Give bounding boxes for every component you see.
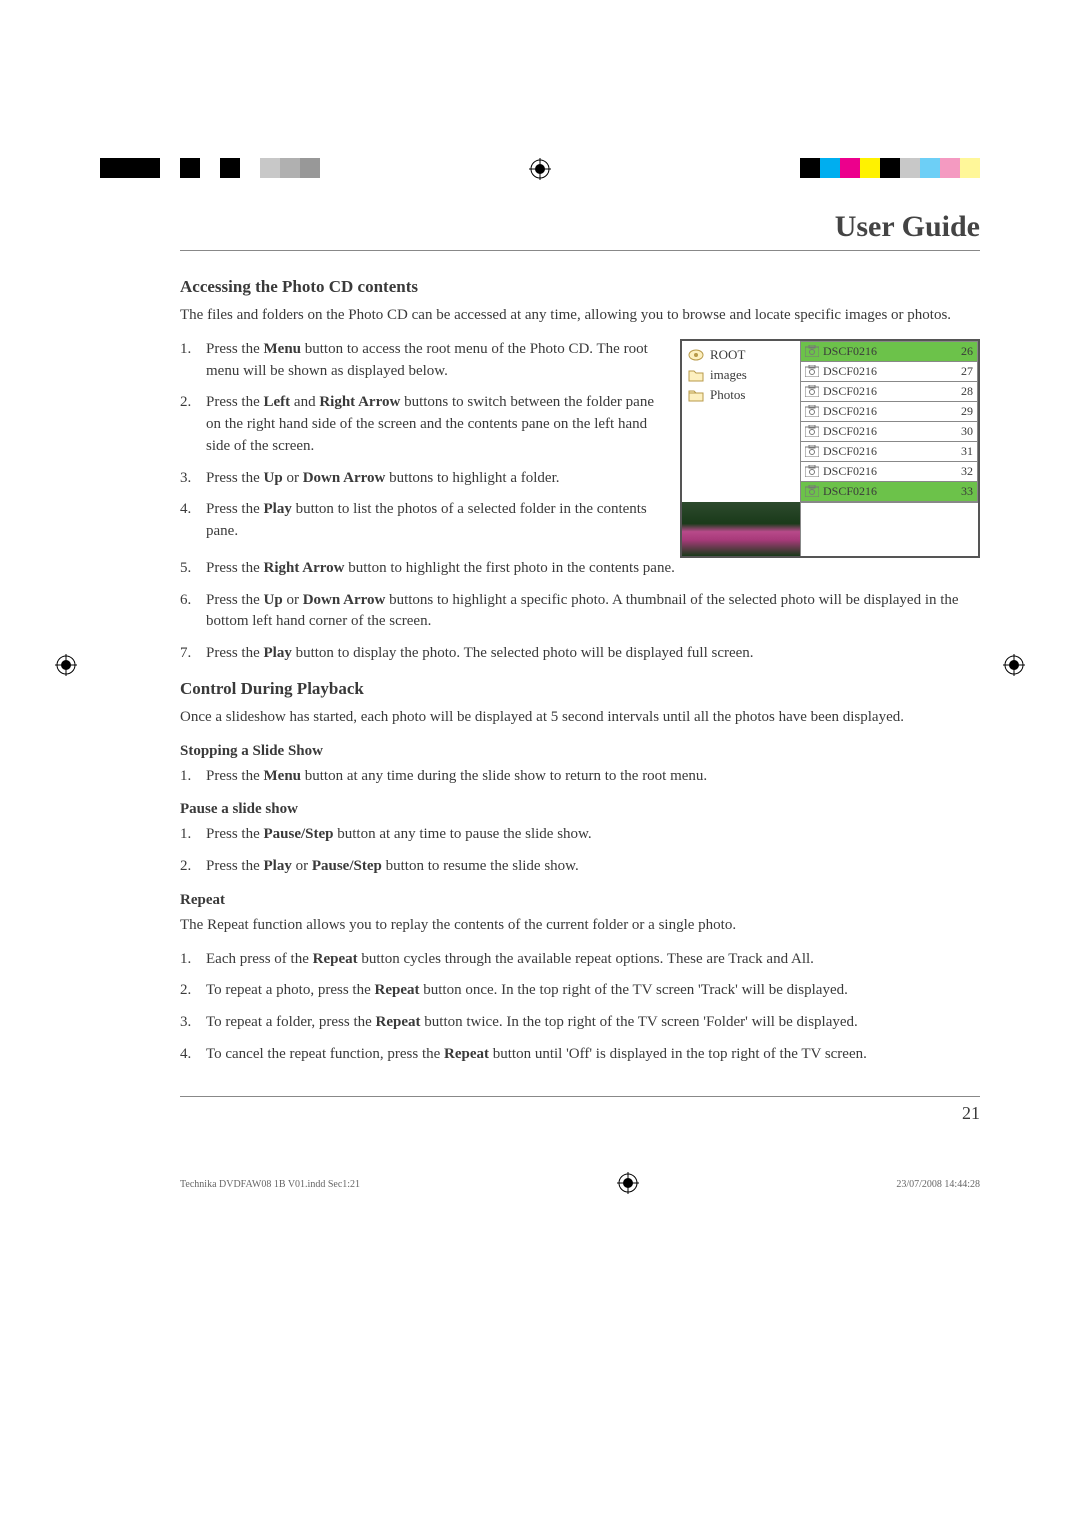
step-item: Press the Up or Down Arrow buttons to hi… [180, 590, 980, 634]
file-number: 30 [951, 424, 973, 439]
folder-label: ROOT [710, 347, 745, 363]
file-number: 29 [951, 404, 973, 419]
registration-mark-left [55, 654, 77, 681]
file-number: 28 [951, 384, 973, 399]
photo-cd-menu-illustration: ROOTimagesPhotos DSCF021626DSCF021627DSC… [680, 339, 980, 558]
steps-list-1-cont: Press the Right Arrow button to highligh… [180, 558, 980, 665]
file-row: DSCF021633 [801, 482, 977, 502]
file-row: DSCF021626 [801, 342, 977, 362]
folder-row: Photos [688, 385, 794, 405]
registration-mark-top [529, 158, 551, 185]
footer-right: 23/07/2008 14:44:28 [896, 1179, 980, 1190]
file-number: 31 [951, 444, 973, 459]
folder-row: images [688, 365, 794, 385]
file-row: DSCF021628 [801, 382, 977, 402]
step-item: Press the Play button to display the pho… [180, 643, 980, 665]
step-item: Each press of the Repeat button cycles t… [180, 949, 980, 971]
steps-list-3: Press the Pause/Step button at any time … [180, 824, 980, 878]
file-row: DSCF021627 [801, 362, 977, 382]
section-heading-accessing: Accessing the Photo CD contents [180, 277, 980, 297]
step-item: Press the Right Arrow button to highligh… [180, 558, 980, 580]
folder-row: ROOT [688, 345, 794, 365]
step-item: Press the Menu button to access the root… [180, 339, 662, 383]
section-intro-2: Once a slideshow has started, each photo… [180, 707, 980, 729]
step-item: Press the Play button to list the photos… [180, 499, 662, 543]
registration-marks [0, 158, 1080, 188]
steps-list-2: Press the Menu button at any time during… [180, 766, 980, 788]
file-name: DSCF0216 [819, 444, 951, 459]
file-name: DSCF0216 [819, 424, 951, 439]
page-number: 21 [180, 1103, 980, 1124]
file-name: DSCF0216 [819, 364, 951, 379]
steps-list-4: Each press of the Repeat button cycles t… [180, 949, 980, 1066]
sub-heading-repeat: Repeat [180, 892, 980, 909]
section-intro: The files and folders on the Photo CD ca… [180, 305, 980, 327]
step-item: To repeat a photo, press the Repeat butt… [180, 980, 980, 1002]
file-number: 32 [951, 464, 973, 479]
file-number: 27 [951, 364, 973, 379]
file-name: DSCF0216 [819, 384, 951, 399]
file-number: 33 [951, 484, 973, 499]
file-name: DSCF0216 [819, 344, 951, 359]
step-item: Press the Play or Pause/Step button to r… [180, 856, 980, 878]
sub-heading-pause: Pause a slide show [180, 801, 980, 818]
steps-list-1: Press the Menu button to access the root… [180, 339, 662, 543]
preview-pane [682, 502, 978, 556]
page-title: User Guide [180, 210, 980, 251]
file-row: DSCF021630 [801, 422, 977, 442]
thumbnail-image [682, 502, 800, 556]
step-item: Press the Menu button at any time during… [180, 766, 980, 788]
sub-heading-stopping: Stopping a Slide Show [180, 743, 980, 760]
color-bar-left [100, 158, 360, 178]
file-pane: DSCF021626DSCF021627DSCF021628DSCF021629… [800, 341, 978, 502]
file-row: DSCF021632 [801, 462, 977, 482]
file-name: DSCF0216 [819, 404, 951, 419]
file-name: DSCF0216 [819, 464, 951, 479]
color-bar-right [800, 158, 980, 178]
folder-label: Photos [710, 387, 745, 403]
step-item: To cancel the repeat function, press the… [180, 1044, 980, 1066]
step-item: Press the Left and Right Arrow buttons t… [180, 392, 662, 457]
folder-label: images [710, 367, 747, 383]
folder-pane: ROOT images Photos [682, 341, 800, 502]
file-name: DSCF0216 [819, 484, 951, 499]
footer-left: Technika DVDFAW08 1B V01.indd Sec1:21 [180, 1179, 360, 1190]
file-number: 26 [951, 344, 973, 359]
registration-mark-bottom [617, 1172, 639, 1197]
registration-mark-right [1003, 654, 1025, 681]
section-heading-control: Control During Playback [180, 679, 980, 699]
step-item: To repeat a folder, press the Repeat but… [180, 1012, 980, 1034]
step-item: Press the Up or Down Arrow buttons to hi… [180, 468, 662, 490]
file-row: DSCF021629 [801, 402, 977, 422]
print-footer: Technika DVDFAW08 1B V01.indd Sec1:21 23… [180, 1172, 980, 1197]
file-row: DSCF021631 [801, 442, 977, 462]
bottom-rule [180, 1096, 980, 1097]
repeat-intro: The Repeat function allows you to replay… [180, 915, 980, 937]
step-item: Press the Pause/Step button at any time … [180, 824, 980, 846]
